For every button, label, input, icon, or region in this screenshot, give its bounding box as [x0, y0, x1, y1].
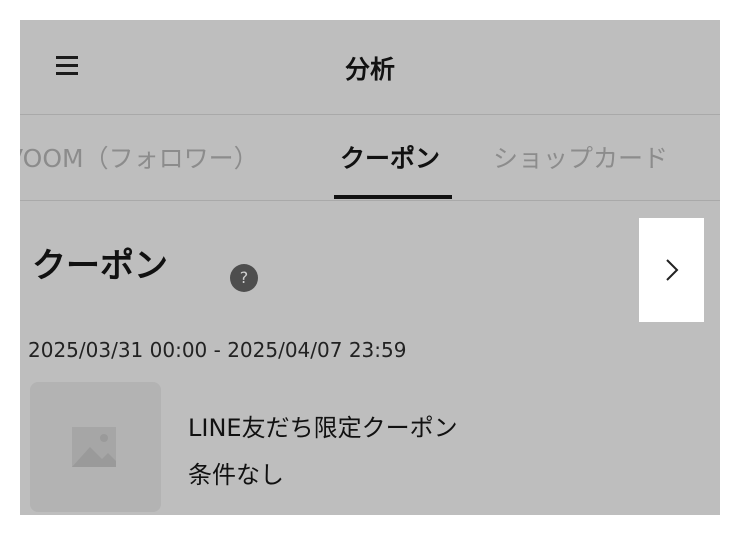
tab-coupon[interactable]: クーポン — [340, 139, 440, 175]
help-icon[interactable]: ? — [230, 264, 258, 292]
image-placeholder-icon — [72, 427, 116, 467]
chevron-right-icon — [666, 259, 679, 281]
active-tab-indicator — [334, 195, 452, 199]
next-button[interactable] — [639, 218, 704, 322]
tab-bar: VOOM（フォロワー） クーポン ショップカード — [20, 115, 720, 201]
tab-voom-followers[interactable]: VOOM（フォロワー） — [20, 139, 259, 175]
app-header: 分析 — [20, 20, 720, 115]
section-title: クーポン — [32, 246, 168, 286]
coupon-condition: 条件なし — [188, 461, 284, 489]
date-range: 2025/03/31 00:00 - 2025/04/07 23:59 — [28, 338, 407, 362]
tab-shop-card[interactable]: ショップカード — [493, 139, 668, 175]
page-title: 分析 — [344, 55, 395, 84]
coupon-name: LINE友だち限定クーポン — [188, 414, 458, 442]
coupon-thumbnail — [30, 382, 161, 512]
